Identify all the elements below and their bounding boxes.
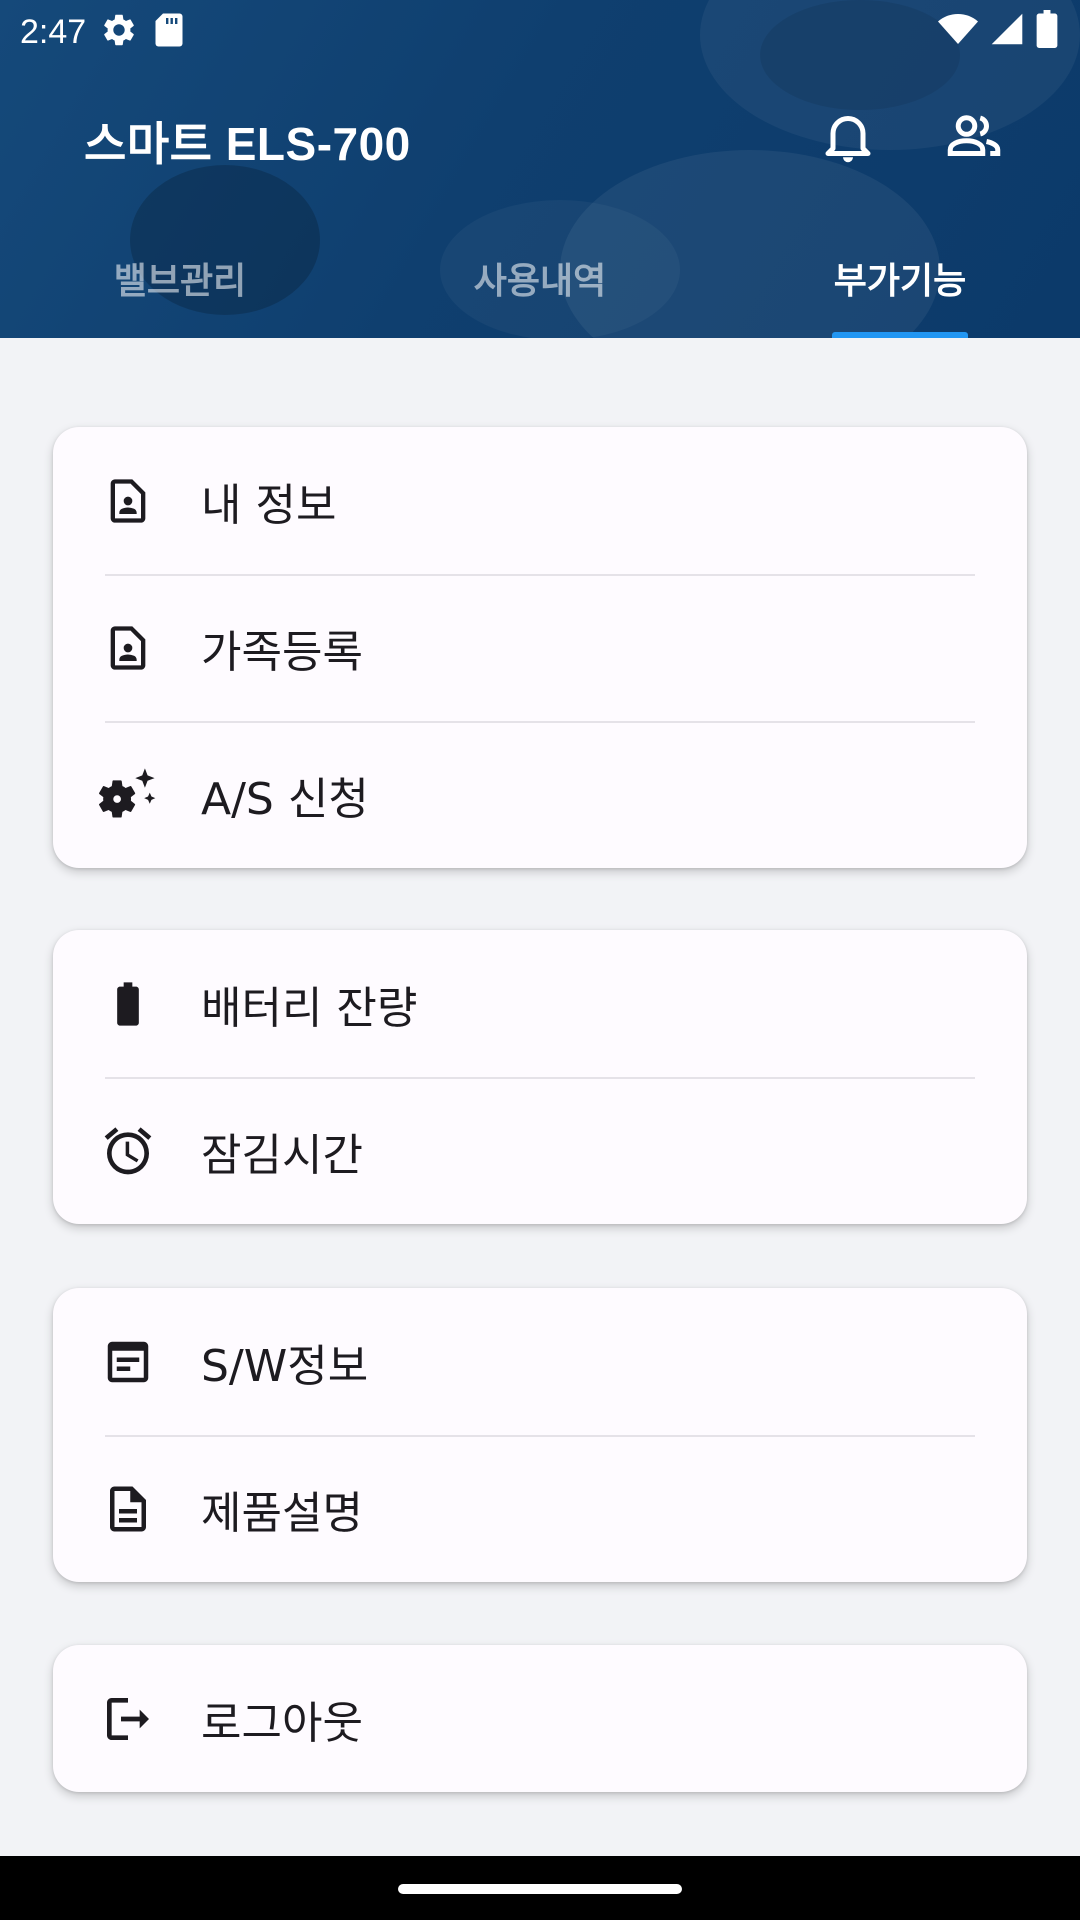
battery-icon	[99, 975, 157, 1033]
home-gesture-handle[interactable]	[398, 1884, 682, 1894]
settings-sparkle-icon	[99, 766, 157, 824]
menu-card-device: 배터리 잔량 잠김시간	[53, 930, 1027, 1224]
battery-icon	[1036, 10, 1058, 52]
tab-usage-history[interactable]: 사용내역	[360, 240, 720, 338]
settings-gear-icon	[100, 11, 138, 53]
status-time: 2:47	[20, 12, 87, 51]
active-tab-indicator	[832, 332, 968, 338]
contact-page-icon	[99, 472, 157, 530]
wifi-icon	[938, 11, 978, 51]
description-icon	[99, 1480, 157, 1538]
status-bar: 2:47	[0, 0, 1080, 64]
alarm-clock-icon	[99, 1122, 157, 1180]
cell-signal-icon	[990, 11, 1024, 51]
tab-label: 사용내역	[473, 261, 607, 302]
app-header: 2:47 스마트 ELS-700 밸브관리 사용내역 부가기능	[0, 0, 1080, 338]
menu-item-logout[interactable]: 로그아웃	[53, 1645, 1027, 1792]
tab-valve-management[interactable]: 밸브관리	[0, 240, 360, 338]
contact-page-icon	[99, 619, 157, 677]
menu-item-label: 제품설명	[201, 1487, 363, 1539]
menu-card-logout: 로그아웃	[53, 1645, 1027, 1792]
menu-item-product-description[interactable]: 제품설명	[53, 1435, 1027, 1582]
menu-card-info: S/W정보 제품설명	[53, 1288, 1027, 1582]
menu-card-account: 내 정보 가족등록 A/S 신청	[53, 427, 1027, 868]
menu-item-lock-time[interactable]: 잠김시간	[53, 1077, 1027, 1224]
menu-item-label: 배터리 잔량	[201, 982, 418, 1034]
tab-bar: 밸브관리 사용내역 부가기능	[0, 240, 1080, 338]
menu-item-battery-level[interactable]: 배터리 잔량	[53, 930, 1027, 1077]
menu-item-family-registration[interactable]: 가족등록	[53, 574, 1027, 721]
bell-icon	[818, 116, 878, 170]
notifications-button[interactable]	[818, 106, 878, 166]
tab-label: 부가기능	[833, 261, 967, 302]
logout-icon	[99, 1690, 157, 1748]
menu-item-label: A/S 신청	[201, 773, 369, 825]
article-icon	[99, 1333, 157, 1391]
app-title: 스마트 ELS-700	[84, 118, 411, 170]
sd-card-icon	[154, 12, 184, 52]
menu-item-sw-info[interactable]: S/W정보	[53, 1288, 1027, 1435]
menu-item-label: 가족등록	[201, 626, 363, 678]
tab-extra-features[interactable]: 부가기능	[720, 240, 1080, 338]
people-icon	[944, 115, 1004, 170]
menu-item-label: S/W정보	[201, 1340, 369, 1392]
menu-item-as-request[interactable]: A/S 신청	[53, 721, 1027, 868]
menu-item-label: 내 정보	[201, 479, 337, 531]
tab-label: 밸브관리	[113, 261, 247, 302]
menu-item-my-info[interactable]: 내 정보	[53, 427, 1027, 574]
menu-item-label: 로그아웃	[201, 1697, 363, 1749]
menu-item-label: 잠김시간	[201, 1129, 363, 1181]
account-button[interactable]	[944, 106, 1004, 166]
